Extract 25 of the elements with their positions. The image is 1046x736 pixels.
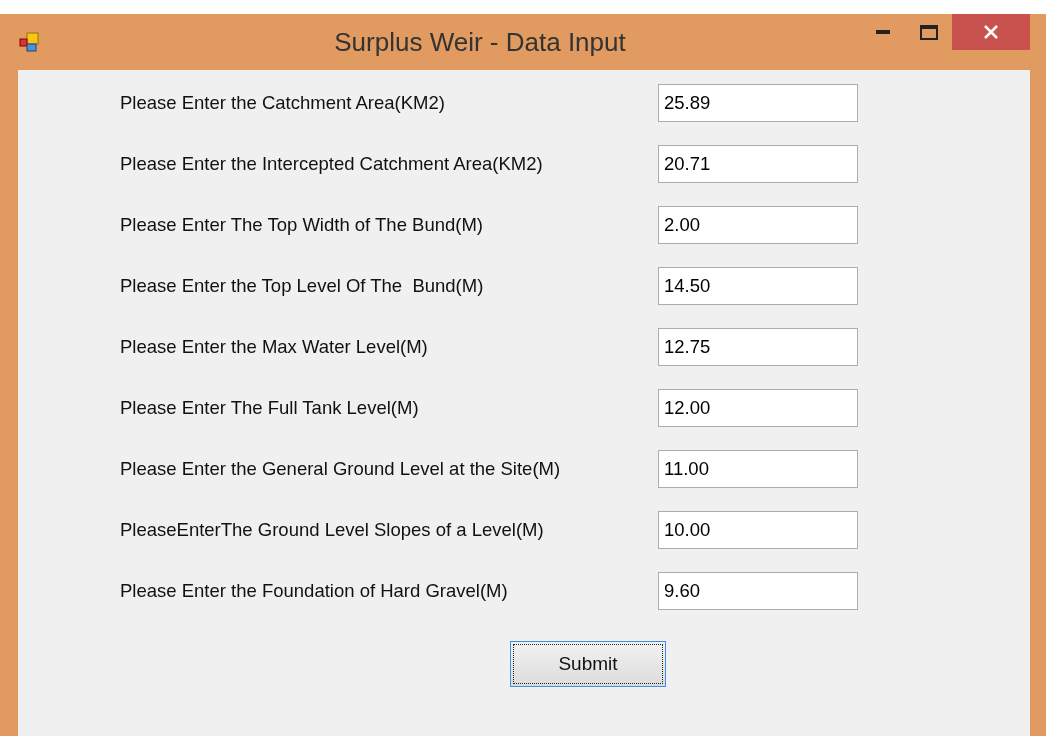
field-label: Please Enter The Full Tank Level(M) [120,396,420,419]
window-title: Surplus Weir - Data Input [333,26,627,58]
input-field[interactable]: 14.50 [658,266,858,305]
input-field[interactable]: 10.00 [658,510,858,549]
input-field[interactable]: 11.00 [658,449,858,488]
field-label: Please Enter the Intercepted Catchment Area(KM2) [120,152,544,175]
input-field[interactable]: 12.00 [658,388,858,427]
close-icon [984,25,998,39]
field-label: Please Enter the Top Level Of The Bund(M) [120,274,485,297]
minimize-icon [876,30,890,34]
field-label: PleaseEnterThe Ground Level Slopes of a Level(M) [120,518,545,541]
maximize-icon [920,24,938,40]
field-label: Please Enter The Top Width of The Bund(M) [120,213,484,236]
input-field[interactable]: 9.60 [658,571,858,610]
input-field[interactable]: 12.75 [658,327,858,366]
app-icon [18,31,40,53]
input-field[interactable]: 20.71 [658,144,858,183]
submit-button[interactable]: Submit [510,641,666,687]
input-field[interactable]: 25.89 [658,83,858,122]
field-label: Please Enter the Foundation of Hard Gravel(M) [120,579,509,602]
input-field[interactable]: 2.00 [658,205,858,244]
close-button[interactable] [952,14,1030,50]
field-label: Please Enter the Max Water Level(M) [120,335,429,358]
field-label: Please Enter the General Ground Level at the Site(M) [120,457,562,480]
field-label: Please Enter the Catchment Area(KM2) [120,91,446,114]
